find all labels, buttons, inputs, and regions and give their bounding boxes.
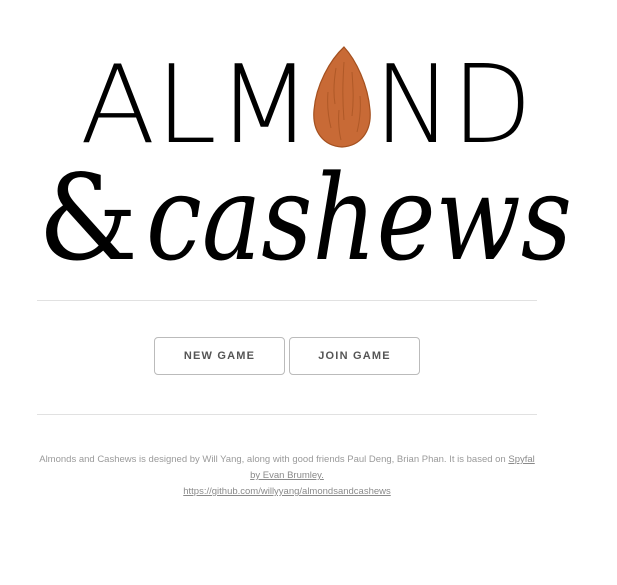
logo-script-word: cashews [146,149,572,287]
logo-ampersand: & [38,149,138,287]
top-divider [37,300,537,301]
join-game-button[interactable]: JOIN GAME [289,337,420,375]
button-row: NEW GAME JOIN GAME [154,337,420,375]
bottom-divider [37,414,537,415]
footer-credits: Almonds and Cashews is designed by Will … [37,452,537,500]
almond-icon [313,46,371,148]
new-game-button[interactable]: NEW GAME [154,337,285,375]
logo: ALM ND & cashews [38,43,572,287]
footer-text: Almonds and Cashews is designed by Will … [39,454,509,465]
github-link[interactable]: https://github.com/willyyang/almondsandc… [183,486,391,497]
